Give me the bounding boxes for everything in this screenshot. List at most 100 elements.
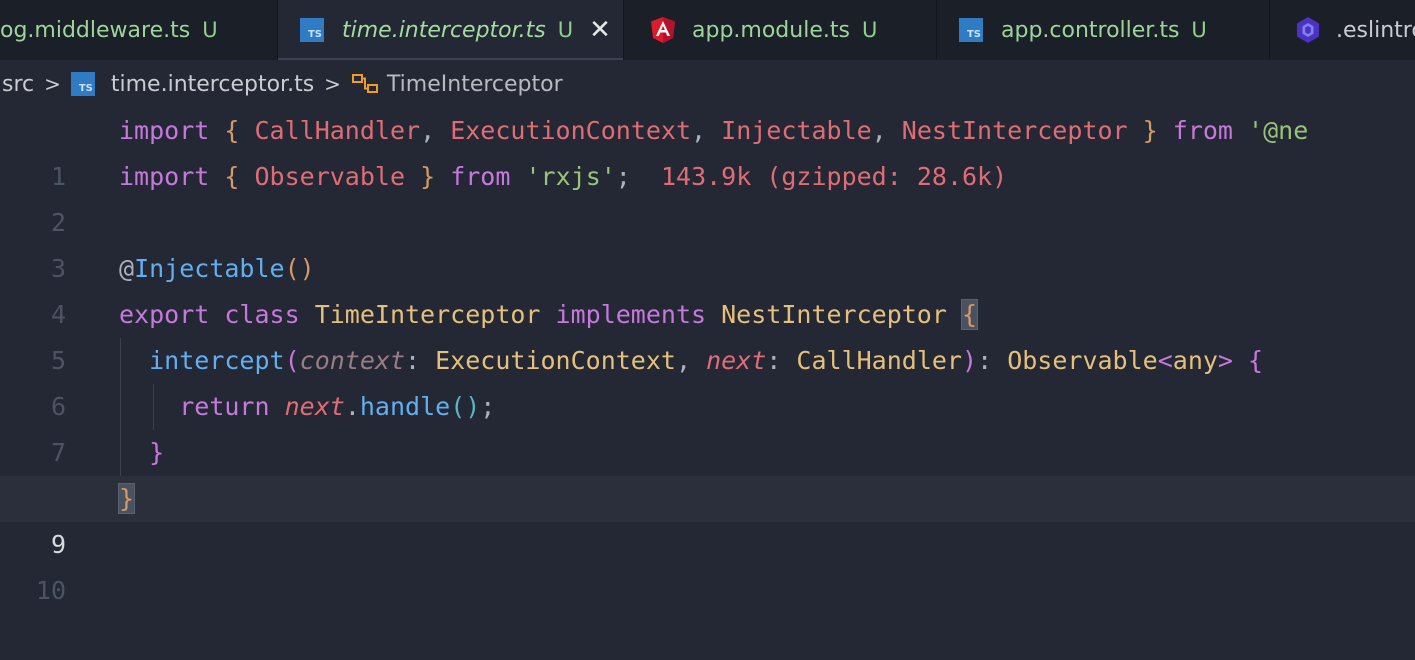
semicolon: ; <box>615 162 631 191</box>
code-line: 3 <box>0 200 1415 283</box>
dot: . <box>344 392 360 421</box>
variable: next <box>284 392 345 421</box>
brace: { <box>224 162 240 191</box>
paren: ( <box>284 346 300 375</box>
parameter: next <box>706 346 767 375</box>
angular-icon <box>651 17 675 43</box>
brace: } <box>149 438 165 467</box>
parameter: context <box>299 346 405 375</box>
code-text: import { CallHandler, ExecutionContext, … <box>119 108 1308 154</box>
angle: < <box>1157 346 1173 375</box>
chevron-right-icon: > <box>44 72 61 96</box>
tab-label: time.interceptor.ts <box>342 17 546 43</box>
keyword: import <box>119 162 210 191</box>
tab-label: app.module.ts <box>692 17 850 43</box>
brace: } <box>420 162 436 191</box>
close-icon[interactable]: ✕ <box>589 17 611 43</box>
matched-brace: { <box>960 299 979 330</box>
keyword: return <box>179 392 270 421</box>
untracked-badge: U <box>557 18 574 42</box>
code-line: 6 intercept(context: ExecutionContext, n… <box>0 338 1415 421</box>
code-text: } <box>119 430 164 476</box>
code-line: 4 @Injectable() <box>0 246 1415 329</box>
parens: () <box>450 392 481 421</box>
method-name: intercept <box>149 346 285 375</box>
matched-brace: } <box>117 483 136 514</box>
brace: { <box>1248 346 1264 375</box>
type: Observable <box>1007 346 1158 375</box>
class-name: TimeInterceptor <box>314 300 541 329</box>
colon: : <box>766 346 782 375</box>
keyword: from <box>450 162 511 191</box>
tab-app-controller[interactable]: TS app.controller.ts U <box>937 0 1270 60</box>
keyword: export <box>119 300 210 329</box>
untracked-badge: U <box>861 18 878 42</box>
breadcrumb: src > TS time.interceptor.ts > TimeInter… <box>0 60 1415 108</box>
keyword: class <box>224 300 300 329</box>
type: ExecutionContext <box>435 346 676 375</box>
import-name: CallHandler <box>254 116 421 145</box>
colon: : <box>977 346 993 375</box>
decorator-at: @ <box>119 254 135 283</box>
breadcrumb-symbol[interactable]: TimeInterceptor <box>387 72 563 97</box>
brace: { <box>224 116 240 145</box>
comma: , <box>871 116 887 145</box>
untracked-badge: U <box>1191 18 1207 42</box>
code-line: 1 import { CallHandler, ExecutionContext… <box>0 108 1415 191</box>
keyword: import <box>119 116 210 145</box>
code-line: 10 <box>0 522 1415 605</box>
string: '@ne <box>1248 116 1309 145</box>
typescript-icon: TS <box>70 72 95 96</box>
import-name: NestInterceptor <box>901 116 1128 145</box>
tab-bar: og.middleware.ts U TS time.interceptor.t… <box>0 0 1415 60</box>
tab-eslintrc[interactable]: .eslintrc <box>1270 0 1415 60</box>
import-cost-hint: 143.9k (gzipped: 28.6k) <box>660 162 1008 191</box>
tab-label: .eslintrc <box>1336 17 1415 43</box>
import-name: ExecutionContext <box>450 116 692 145</box>
code-line-current: 9 } <box>0 476 1415 559</box>
code-text: intercept(context: ExecutionContext, nex… <box>119 338 1263 384</box>
comma: , <box>675 346 692 375</box>
code-line: 7 return next.handle(); <box>0 384 1415 467</box>
tab-app-module[interactable]: app.module.ts U <box>624 0 937 60</box>
method-name: handle <box>359 392 451 421</box>
breadcrumb-file[interactable]: time.interceptor.ts <box>111 72 314 97</box>
untracked-badge: U <box>202 18 218 42</box>
typescript-icon: TS <box>300 18 324 42</box>
tab-time-interceptor[interactable]: TS time.interceptor.ts U ✕ <box>278 0 624 60</box>
code-line: 8 } <box>0 430 1415 513</box>
brace: } <box>1142 116 1158 145</box>
class-name: NestInterceptor <box>721 300 947 329</box>
angle: > <box>1217 346 1233 375</box>
semicolon: ; <box>480 392 496 421</box>
tab-label: og.middleware.ts <box>0 17 191 43</box>
typescript-icon: TS <box>959 18 983 42</box>
string: 'rxjs' <box>525 162 616 191</box>
keyword: implements <box>555 300 707 329</box>
code-text: return next.handle(); <box>119 384 495 430</box>
code-text: @Injectable() <box>119 246 315 292</box>
chevron-right-icon: > <box>324 72 341 96</box>
code-text: import { Observable } from 'rxjs'; 143.9… <box>119 154 1007 200</box>
comma: , <box>691 116 707 145</box>
keyword: from <box>1172 116 1233 145</box>
tab-middleware[interactable]: og.middleware.ts U <box>0 0 278 60</box>
eslint-icon <box>1297 17 1319 43</box>
import-name: Injectable <box>721 116 872 145</box>
code-editor[interactable]: 1 import { CallHandler, ExecutionContext… <box>0 108 1415 605</box>
breadcrumb-folder[interactable]: src <box>2 72 34 97</box>
code-line: 5 export class TimeInterceptor implement… <box>0 292 1415 375</box>
type: any <box>1172 346 1218 375</box>
decorator: Injectable <box>134 254 285 283</box>
code-text: } <box>117 476 136 522</box>
tab-label: app.controller.ts <box>1001 17 1180 43</box>
colon: : <box>405 346 421 375</box>
parens: () <box>284 254 315 283</box>
comma: , <box>420 116 436 145</box>
code-line: 2 import { Observable } from 'rxjs'; 143… <box>0 154 1415 237</box>
type: CallHandler <box>796 346 962 375</box>
code-text: export class TimeInterceptor implements … <box>119 292 979 338</box>
class-symbol-icon <box>351 74 378 93</box>
paren: ) <box>962 346 978 375</box>
line-number: 10 <box>35 576 66 605</box>
